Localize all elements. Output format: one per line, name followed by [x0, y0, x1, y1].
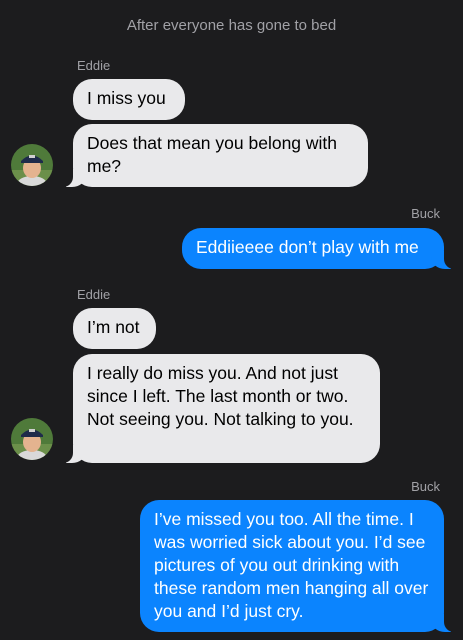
- sender-name-buck: Buck: [411, 206, 440, 221]
- person-avatar-icon: [11, 418, 53, 460]
- incoming-message-bubble[interactable]: I’m not: [73, 308, 156, 349]
- incoming-message-bubble[interactable]: I really do miss you. And not just since…: [62, 354, 380, 463]
- message-text: I really do miss you. And not just since…: [87, 363, 354, 429]
- eddie-avatar[interactable]: [11, 418, 53, 460]
- message-text: I miss you: [87, 88, 166, 108]
- incoming-message-bubble[interactable]: I miss you: [73, 79, 185, 120]
- eddie-avatar[interactable]: [11, 144, 53, 186]
- message-text: I’ve missed you too. All the time. I was…: [154, 509, 429, 621]
- sender-name-eddie: Eddie: [77, 287, 111, 302]
- message-text: I’m not: [87, 317, 140, 337]
- message-text: Eddiieeee don’t play with me: [196, 237, 419, 257]
- incoming-message-bubble[interactable]: Does that mean you belong with me?: [62, 124, 368, 187]
- thread-timestamp: After everyone has gone to bed: [126, 17, 337, 34]
- outgoing-message-bubble[interactable]: Eddiieeee don’t play with me: [182, 228, 455, 269]
- message-text: Does that mean you belong with me?: [87, 133, 338, 176]
- sender-name-eddie: Eddie: [77, 58, 111, 73]
- message-thread: After everyone has gone to bed Eddie I m…: [0, 0, 463, 640]
- outgoing-message-bubble[interactable]: I’ve missed you too. All the time. I was…: [140, 500, 455, 632]
- sender-name-buck: Buck: [411, 479, 440, 494]
- person-avatar-icon: [11, 144, 53, 186]
